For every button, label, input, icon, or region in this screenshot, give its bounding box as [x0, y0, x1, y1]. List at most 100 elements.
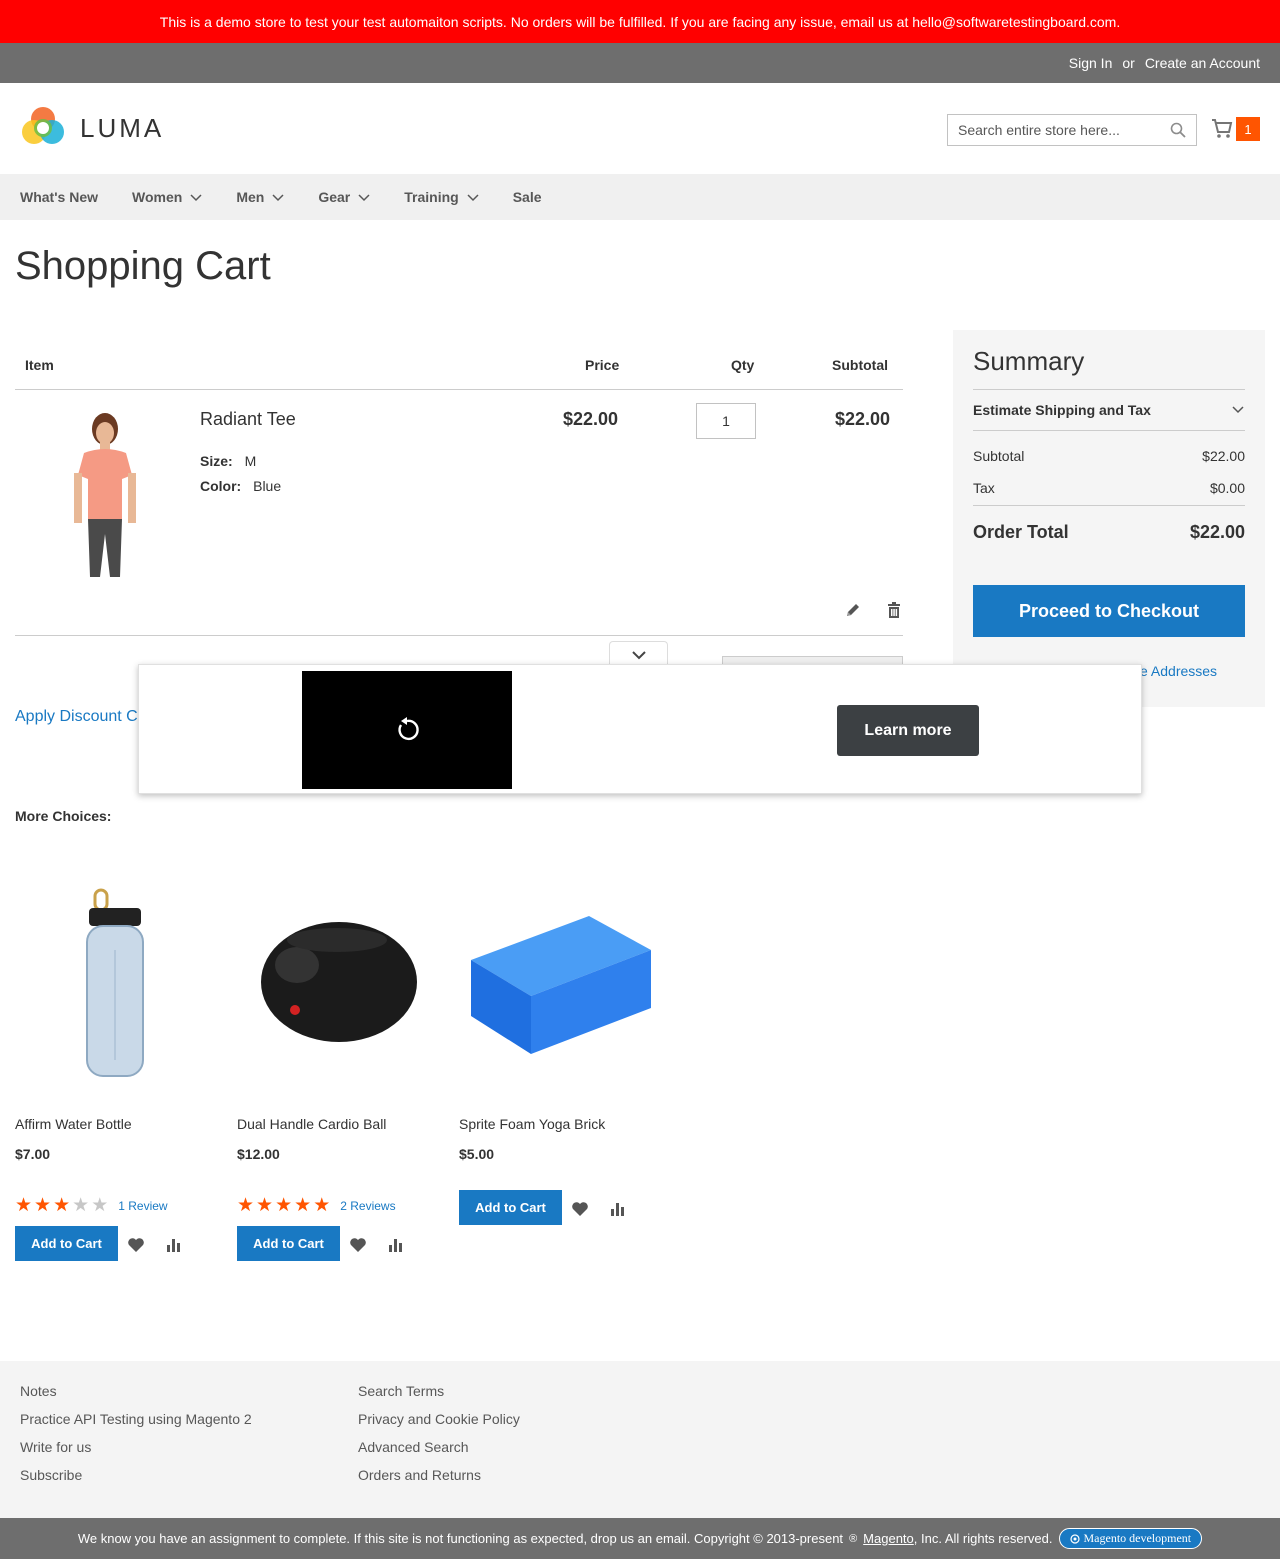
order-total-label: Order Total: [973, 522, 1069, 542]
order-total-row: Order Total $22.00: [973, 522, 1245, 543]
footer-link[interactable]: Subscribe: [20, 1467, 82, 1483]
add-to-cart-button[interactable]: Add to Cart: [15, 1226, 118, 1261]
add-to-cart-button[interactable]: Add to Cart: [459, 1190, 562, 1225]
apply-discount-toggle[interactable]: Apply Discount C: [15, 708, 138, 726]
edit-icon[interactable]: [844, 601, 862, 619]
search-placeholder: Search entire store here...: [958, 122, 1120, 138]
sign-in-link[interactable]: Sign In: [1069, 55, 1113, 71]
footer-link[interactable]: Orders and Returns: [358, 1467, 481, 1483]
ad-video[interactable]: [302, 671, 512, 789]
product-price: $12.00: [237, 1146, 280, 1162]
nav-item-label: Training: [404, 189, 459, 205]
nav-item-label: What's New: [20, 189, 99, 205]
chevron-down-icon: [1232, 406, 1244, 414]
footer-links-column-1: Notes Practice API Testing using Magento…: [20, 1381, 252, 1493]
cart-counter-badge[interactable]: 1: [1236, 117, 1260, 141]
summary-title: Summary: [973, 346, 1085, 376]
star-icon: ★: [275, 1195, 293, 1216]
logo-text: LUMA: [80, 112, 165, 143]
size-option: Size: M: [200, 453, 256, 469]
product-price: $7.00: [15, 1146, 51, 1162]
heart-icon[interactable]: [571, 1200, 589, 1218]
cardio-ball-image[interactable]: [237, 880, 437, 1080]
multiple-addresses-link[interactable]: e Addresses: [1140, 663, 1217, 679]
estimate-shipping-toggle[interactable]: Estimate Shipping and Tax: [973, 402, 1245, 418]
delete-icon[interactable]: [885, 601, 903, 619]
tax-label: Tax: [973, 480, 995, 496]
star-icon: ★: [15, 1195, 33, 1216]
summary-divider: [973, 430, 1245, 431]
product-name-link[interactable]: Radiant Tee: [200, 409, 296, 430]
order-total-value: $22.00: [1189, 522, 1245, 542]
product-name-link[interactable]: Affirm Water Bottle: [15, 1116, 132, 1132]
search-icon[interactable]: [1170, 122, 1186, 138]
compare-icon[interactable]: [609, 1200, 627, 1218]
nav-item-sale[interactable]: Sale: [513, 189, 542, 205]
product-card: Affirm Water Bottle $7.00 ★ ★ ★ ★ ★ 1 Re…: [15, 880, 215, 1261]
magento-development-badge[interactable]: Magento development: [1058, 1528, 1203, 1549]
nav-item-what-s-new[interactable]: What's New: [20, 189, 98, 205]
item-subtotal: $22.00: [835, 409, 891, 429]
summary-divider: [973, 505, 1245, 506]
water-bottle-image[interactable]: [15, 880, 215, 1080]
tax-row: Tax $0.00: [973, 480, 1245, 496]
radiant-tee-image[interactable]: [60, 409, 150, 579]
learn-more-button[interactable]: Learn more: [837, 705, 979, 756]
more-choices-title: More Choices:: [15, 808, 112, 824]
reviews-link[interactable]: 1 Review: [118, 1199, 167, 1213]
chevron-down-icon: [272, 194, 284, 202]
footer-link[interactable]: Privacy and Cookie Policy: [358, 1411, 520, 1427]
size-label: Size:: [200, 453, 233, 469]
yoga-brick-image[interactable]: [459, 880, 659, 1080]
product-price: $5.00: [459, 1146, 495, 1162]
create-account-link[interactable]: Create an Account: [1145, 55, 1260, 71]
nav-item-label: Sale: [512, 189, 542, 205]
header-item: Item: [25, 357, 54, 373]
nav-item-men[interactable]: Men: [236, 189, 284, 205]
footer-link[interactable]: Write for us: [20, 1439, 91, 1455]
footer-link[interactable]: Advanced Search: [358, 1439, 469, 1455]
copyright-bar: We know you have an assignment to comple…: [0, 1518, 1280, 1559]
product-name-link[interactable]: Dual Handle Cardio Ball: [237, 1116, 386, 1132]
compare-icon[interactable]: [165, 1236, 183, 1254]
subtotal-value: $22.00: [1202, 448, 1245, 464]
proceed-to-checkout-button[interactable]: Proceed to Checkout: [973, 585, 1245, 637]
site-header: LUMA Search entire store here... 1: [0, 83, 1280, 174]
nav-item-training[interactable]: Training: [404, 189, 479, 205]
footer-link[interactable]: Search Terms: [358, 1383, 444, 1399]
color-option: Color: Blue: [200, 478, 281, 494]
target-icon: [1069, 1533, 1080, 1544]
item-price: $22.00: [563, 409, 619, 429]
registered-icon: ®: [849, 1532, 858, 1545]
cart-icon[interactable]: [1211, 117, 1233, 139]
qty-input[interactable]: 1: [696, 403, 756, 439]
color-label: Color:: [200, 478, 242, 494]
chevron-down-icon: [190, 194, 202, 202]
luma-logo[interactable]: LUMA: [20, 105, 164, 151]
header-divider: [15, 389, 903, 390]
heart-icon[interactable]: [127, 1236, 145, 1254]
magento-link[interactable]: Magento: [863, 1531, 914, 1546]
compare-icon[interactable]: [387, 1236, 405, 1254]
row-divider: [15, 635, 903, 636]
product-name-link[interactable]: Sprite Foam Yoga Brick: [459, 1116, 605, 1132]
summary-divider: [973, 389, 1245, 390]
chevron-down-icon: [358, 194, 370, 202]
heart-icon[interactable]: [349, 1236, 367, 1254]
reviews-link[interactable]: 2 Reviews: [340, 1199, 395, 1213]
replay-icon[interactable]: [393, 716, 421, 744]
top-links-bar: Sign In or Create an Account: [0, 43, 1280, 83]
demo-notice-text: This is a demo store to test your test a…: [159, 13, 1121, 30]
copyright-text: We know you have an assignment to comple…: [77, 1531, 844, 1546]
nav-item-women[interactable]: Women: [132, 189, 202, 205]
footer-link[interactable]: Practice API Testing using Magento 2: [20, 1411, 252, 1427]
copyright-suffix: , Inc. All rights reserved.: [913, 1531, 1053, 1546]
add-to-cart-button[interactable]: Add to Cart: [237, 1226, 340, 1261]
search-input[interactable]: Search entire store here...: [947, 114, 1197, 146]
footer-link[interactable]: Notes: [20, 1383, 57, 1399]
ad-overlay: Learn more: [138, 664, 1142, 794]
star-icon: ★: [91, 1195, 109, 1216]
nav-item-label: Gear: [318, 189, 351, 205]
order-summary: Summary Estimate Shipping and Tax Subtot…: [953, 330, 1265, 707]
nav-item-gear[interactable]: Gear: [318, 189, 370, 205]
